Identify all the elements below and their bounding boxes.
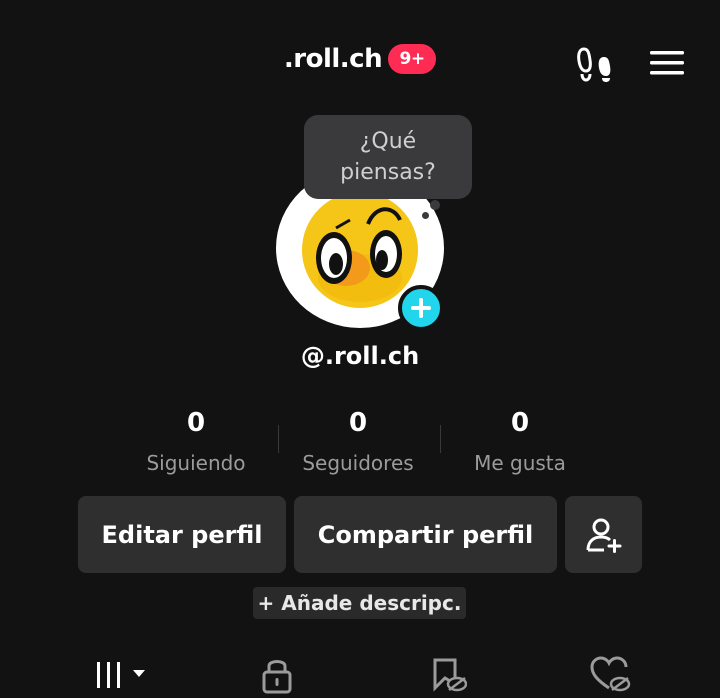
stat-likes-label: Me gusta [474, 451, 566, 475]
heart-hidden-icon [590, 656, 631, 692]
stat-followers-label: Seguidores [302, 451, 414, 475]
thought-bubble-line1: ¿Qué [359, 129, 417, 154]
stat-followers-value: 0 [348, 408, 368, 438]
lock-icon [262, 660, 292, 694]
thought-bubble-dot-small [422, 212, 429, 219]
stats-row: 0 Siguiendo 0 Seguidores 0 Me gusta [115, 405, 603, 475]
bookmark-hidden-icon [433, 658, 467, 692]
plus-icon [411, 298, 431, 318]
tab-saved[interactable] [422, 650, 472, 698]
thought-bubble-dot [430, 200, 440, 210]
add-description-button[interactable]: + Añade descripc. [253, 587, 466, 619]
chevron-down-icon [133, 670, 145, 677]
stat-divider [440, 425, 441, 453]
stat-following-label: Siguiendo [146, 451, 246, 475]
add-friend-button[interactable] [565, 496, 642, 573]
grid-icon [97, 662, 145, 688]
add-user-icon [586, 518, 621, 553]
stat-likes-value: 0 [510, 408, 530, 438]
stat-following-value: 0 [186, 408, 206, 438]
edit-profile-button[interactable]: Editar perfil [78, 496, 286, 573]
share-profile-button[interactable]: Compartir perfil [294, 496, 557, 573]
thought-bubble-line2: piensas? [340, 160, 436, 185]
tab-private[interactable] [252, 650, 302, 698]
thought-bubble[interactable]: ¿Qué piensas? [304, 115, 472, 199]
hamburger-menu-icon[interactable] [647, 46, 687, 80]
add-story-button[interactable] [398, 285, 444, 331]
footprints-icon[interactable] [574, 44, 618, 84]
stat-likes[interactable]: 0 Me gusta [439, 405, 601, 475]
tab-videos[interactable] [82, 650, 152, 698]
notification-badge: 9+ [388, 44, 437, 74]
stat-divider [278, 425, 279, 453]
stat-followers[interactable]: 0 Seguidores [277, 405, 439, 475]
username: @.roll.ch [300, 342, 420, 370]
stat-following[interactable]: 0 Siguiendo [115, 405, 277, 475]
tab-liked[interactable] [585, 650, 635, 698]
profile-title[interactable]: .roll.ch [284, 44, 383, 74]
